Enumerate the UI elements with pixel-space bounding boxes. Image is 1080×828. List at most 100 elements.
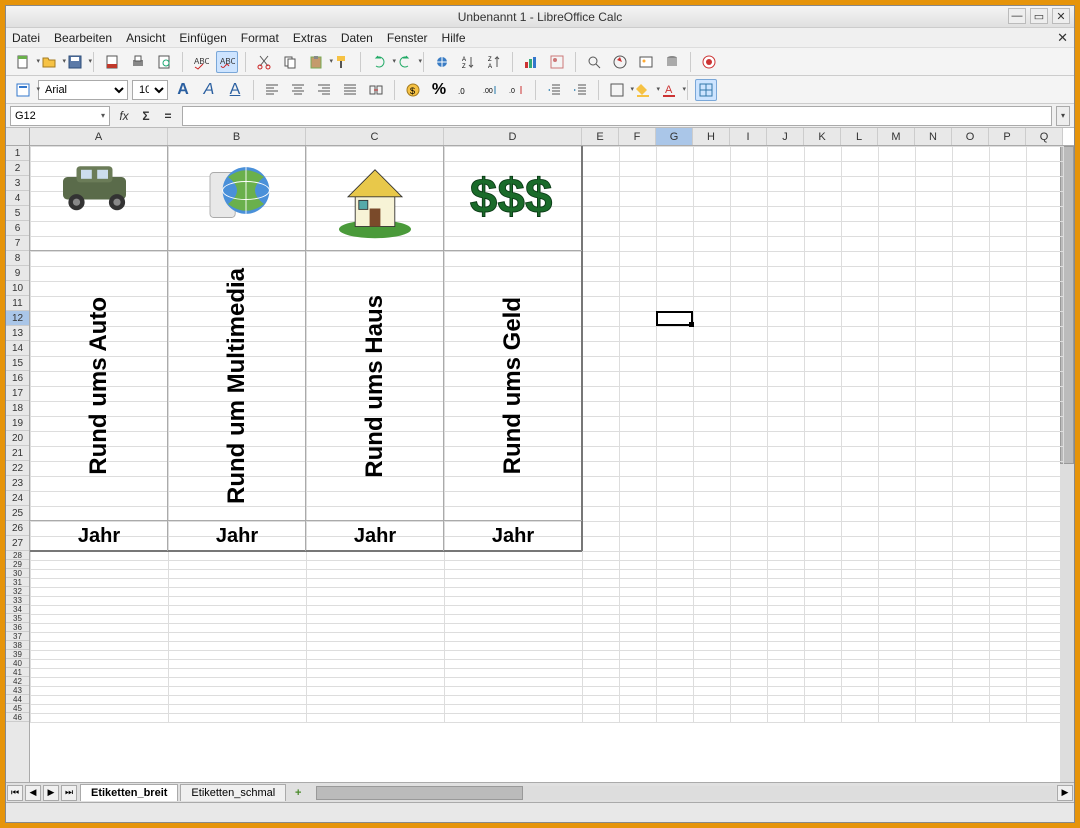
row-header-17[interactable]: 17 [6,386,29,401]
equals-button[interactable]: = [158,106,178,126]
row-header-8[interactable]: 8 [6,251,29,266]
col-header-B[interactable]: B [168,128,306,145]
col-header-M[interactable]: M [878,128,915,145]
col-header-Q[interactable]: Q [1026,128,1063,145]
row-header-7[interactable]: 7 [6,236,29,251]
row-header-23[interactable]: 23 [6,476,29,491]
number-format-button[interactable]: .0 [454,79,476,101]
name-box[interactable]: G12 [10,106,110,126]
paste-button[interactable] [305,51,327,73]
menu-bearbeiten[interactable]: Bearbeiten [54,31,112,45]
tab-nav-last[interactable]: ⏭ [61,785,77,801]
menu-format[interactable]: Format [241,31,279,45]
undo-button[interactable] [368,51,390,73]
tab-nav-first[interactable]: ⏮ [7,785,23,801]
row-header-9[interactable]: 9 [6,266,29,281]
close-button[interactable]: ✕ [1052,8,1070,24]
row-header-27[interactable]: 27 [6,536,29,551]
italic-button[interactable]: A [198,79,220,101]
col-header-F[interactable]: F [619,128,656,145]
align-justify-button[interactable] [339,79,361,101]
col-header-G[interactable]: G [656,128,693,145]
row-header-6[interactable]: 6 [6,221,29,236]
remove-decimal-button[interactable]: .0 [506,79,528,101]
menu-ansicht[interactable]: Ansicht [126,31,165,45]
align-center-button[interactable] [287,79,309,101]
col-header-D[interactable]: D [444,128,582,145]
sheet-tab[interactable]: Etiketten_breit [80,784,178,801]
minimize-button[interactable]: — [1008,8,1026,24]
row-header-12[interactable]: 12 [6,311,29,326]
font-name-select[interactable]: Arial [38,80,128,100]
col-header-C[interactable]: C [306,128,444,145]
open-button[interactable] [38,51,60,73]
sheet-tab[interactable]: Etiketten_schmal [180,784,286,801]
row-header-46[interactable]: 46 [6,713,29,722]
formula-expand-button[interactable]: ▾ [1056,106,1070,126]
pdf-export-button[interactable] [101,51,123,73]
row-header-21[interactable]: 21 [6,446,29,461]
print-button[interactable] [127,51,149,73]
styles-button[interactable] [12,79,34,101]
select-all-corner[interactable] [6,128,30,145]
function-wizard-button[interactable]: fx [114,106,134,126]
col-header-I[interactable]: I [730,128,767,145]
help-button[interactable] [698,51,720,73]
hyperlink-button[interactable] [431,51,453,73]
datasources-button[interactable] [661,51,683,73]
navigator-button[interactable] [609,51,631,73]
sum-button[interactable]: Σ [136,106,156,126]
row-header-22[interactable]: 22 [6,461,29,476]
print-preview-button[interactable] [153,51,175,73]
new-doc-button[interactable] [12,51,34,73]
currency-button[interactable]: $ [402,79,424,101]
menu-daten[interactable]: Daten [341,31,373,45]
autospell-button[interactable]: ABC [216,51,238,73]
row-header-11[interactable]: 11 [6,296,29,311]
bold-button[interactable]: A [172,79,194,101]
spellcheck-button[interactable]: ABC [190,51,212,73]
grid-lines-button[interactable] [695,79,717,101]
row-header-2[interactable]: 2 [6,161,29,176]
menu-fenster[interactable]: Fenster [387,31,428,45]
redo-button[interactable] [394,51,416,73]
col-header-K[interactable]: K [804,128,841,145]
font-size-select[interactable]: 10 [132,80,168,100]
row-header-1[interactable]: 1 [6,146,29,161]
align-right-button[interactable] [313,79,335,101]
percent-button[interactable]: % [428,79,450,101]
find-button[interactable] [583,51,605,73]
col-header-H[interactable]: H [693,128,730,145]
tab-nav-prev[interactable]: ◀ [25,785,41,801]
cells-area[interactable]: $$$Rund ums AutoRund um MultimediaRund u… [30,146,1074,782]
increase-indent-button[interactable] [569,79,591,101]
add-decimal-button[interactable]: .00 [480,79,502,101]
col-header-E[interactable]: E [582,128,619,145]
row-header-3[interactable]: 3 [6,176,29,191]
menu-extras[interactable]: Extras [293,31,327,45]
underline-button[interactable]: A [224,79,246,101]
sort-asc-button[interactable]: AZ [457,51,479,73]
col-header-A[interactable]: A [30,128,168,145]
col-header-L[interactable]: L [841,128,878,145]
show-draw-button[interactable] [546,51,568,73]
close-doc-icon[interactable]: ✕ [1057,30,1068,46]
horizontal-scrollbar[interactable] [316,786,1056,800]
row-header-13[interactable]: 13 [6,326,29,341]
cut-button[interactable] [253,51,275,73]
align-left-button[interactable] [261,79,283,101]
menu-datei[interactable]: Datei [12,31,40,45]
row-header-24[interactable]: 24 [6,491,29,506]
row-header-14[interactable]: 14 [6,341,29,356]
row-header-16[interactable]: 16 [6,371,29,386]
borders-button[interactable] [606,79,628,101]
col-header-O[interactable]: O [952,128,989,145]
chart-button[interactable] [520,51,542,73]
add-sheet-button[interactable]: + [290,785,306,801]
decrease-indent-button[interactable] [543,79,565,101]
tab-nav-next[interactable]: ▶ [43,785,59,801]
formula-input[interactable] [182,106,1052,126]
bgcolor-button[interactable] [632,79,654,101]
row-header-26[interactable]: 26 [6,521,29,536]
gallery-button[interactable] [635,51,657,73]
